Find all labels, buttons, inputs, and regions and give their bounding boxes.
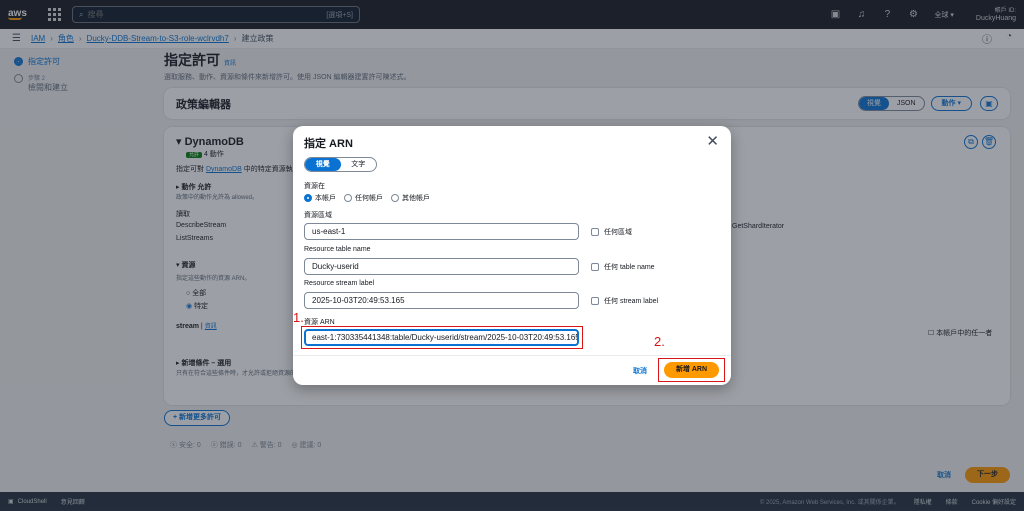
text-tab[interactable]: 文字 [341,158,377,171]
resource-in-label: 資源在 [304,183,325,190]
table-name-input[interactable]: Ducky-userid [304,258,579,275]
specify-arn-modal: 指定 ARN ✕ 視覺 文字 資源在 本帳戶 任何帳戶 其他帳戶 資源區域 us… [293,126,731,385]
region-input[interactable]: us-east-1 [304,223,579,240]
region-label: 資源區域 [304,212,332,219]
annotation-1: 1. [293,310,304,325]
annotation-2: 2. [654,334,665,349]
close-icon[interactable]: ✕ [706,132,719,150]
annotation-box-2 [658,358,725,382]
radio-any-account[interactable]: 任何帳戶 [344,193,383,203]
table-name-label: Resource table name [304,246,371,253]
any-stream-checkbox[interactable]: 任何 stream label [591,296,658,306]
modal-cancel-button[interactable]: 取消 [633,366,647,376]
modal-title: 指定 ARN [304,138,353,150]
modal-mode-toggle[interactable]: 視覺 文字 [304,157,377,172]
stream-label-input[interactable]: 2025-10-03T20:49:53.165 [304,292,579,309]
radio-other-account[interactable]: 其他帳戶 [391,193,430,203]
radio-this-account[interactable]: 本帳戶 [304,193,336,203]
resource-in-radios: 本帳戶 任何帳戶 其他帳戶 [304,193,430,203]
modal-divider [293,355,731,356]
visual-tab[interactable]: 視覺 [305,158,341,171]
any-table-checkbox[interactable]: 任何 table name [591,262,655,272]
any-region-checkbox[interactable]: 任何區域 [591,227,632,237]
annotation-box-1 [301,326,583,349]
stream-label-label: Resource stream label [304,280,375,287]
